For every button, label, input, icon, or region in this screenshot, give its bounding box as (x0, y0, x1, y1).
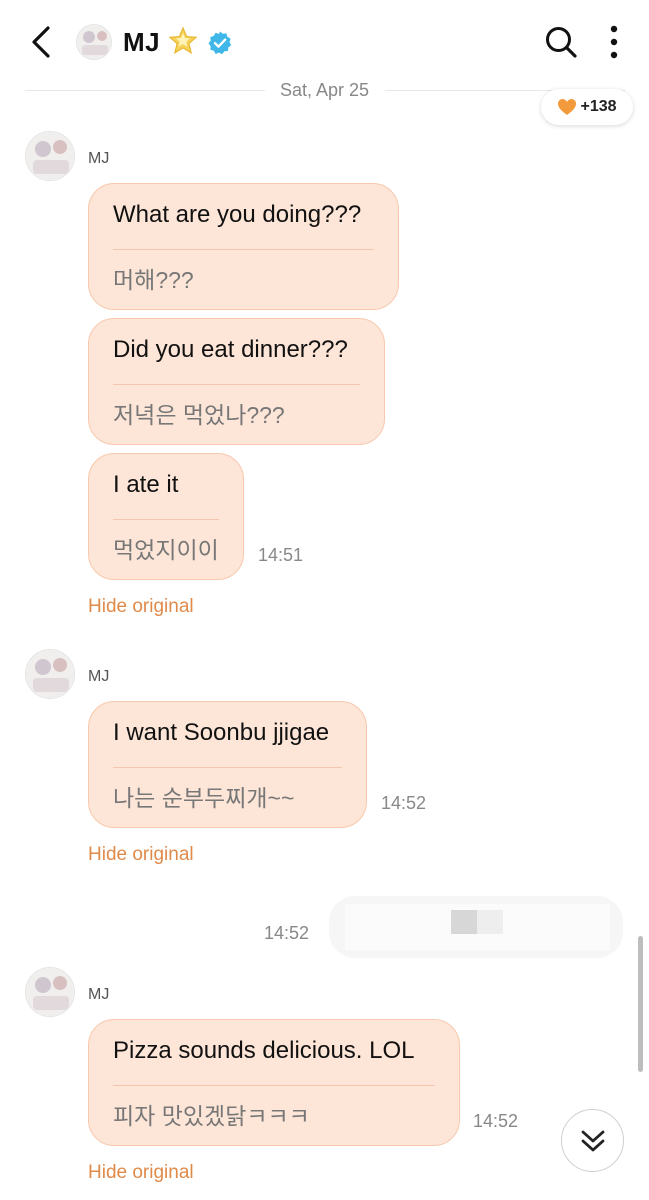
sent-message-timestamp: 14:52 (264, 923, 310, 943)
message-bubble[interactable]: What are you doing??? 머해??? (88, 183, 399, 310)
translated-text: I want Soonbu jjigae (113, 719, 330, 746)
message-bubble[interactable]: I want Soonbu jjigae 나는 순부두찌개~~ (88, 701, 367, 828)
original-text: 나는 순부두찌개~~ (113, 785, 295, 811)
sender-avatar[interactable] (25, 967, 75, 1017)
more-options-button[interactable] (600, 24, 628, 60)
message-timestamp: 14:52 (381, 793, 427, 813)
message-timestamp: 14:51 (258, 545, 304, 565)
avatar-image (77, 25, 111, 59)
chat-title[interactable]: MJ (123, 27, 160, 58)
chat-header: MJ (0, 0, 649, 86)
hearts-counter[interactable]: +138 (541, 89, 633, 125)
sender-avatar[interactable] (25, 131, 75, 181)
original-text: 머해??? (113, 267, 194, 293)
avatar-image (26, 650, 74, 698)
search-button[interactable] (543, 24, 579, 60)
sender-name: MJ (88, 986, 110, 1003)
sender-avatar[interactable] (25, 649, 75, 699)
translated-text: I ate it (113, 471, 179, 498)
sent-message-bubble[interactable] (329, 896, 623, 958)
bubble-divider (113, 519, 219, 520)
avatar-image (26, 968, 74, 1016)
sender-name: MJ (88, 668, 110, 685)
search-icon (546, 27, 577, 58)
verified-badge-icon (208, 31, 232, 55)
heart-icon (558, 99, 577, 115)
scrollbar-thumb[interactable] (638, 936, 643, 1072)
sender-name: MJ (88, 150, 110, 167)
chevron-left-icon (32, 26, 50, 58)
double-chevron-down-icon (581, 1130, 604, 1151)
scroll-to-bottom-button[interactable] (561, 1109, 624, 1172)
hide-original-link[interactable]: Hide original (88, 844, 194, 866)
star-icon (168, 26, 198, 55)
original-text: 저녁은 먹었나??? (113, 402, 285, 428)
redaction-overlay (345, 904, 610, 950)
message-bubble[interactable]: I ate it 먹었지이이 (88, 453, 244, 580)
translated-text: Pizza sounds delicious. LOL (113, 1037, 415, 1064)
bubble-divider (113, 249, 374, 250)
more-vertical-icon (610, 25, 618, 59)
translated-text: Did you eat dinner??? (113, 336, 348, 363)
message-bubble[interactable]: Did you eat dinner??? 저녁은 먹었나??? (88, 318, 385, 445)
original-text: 피자 맛있겠닭ㅋㅋㅋ (113, 1103, 310, 1129)
message-timestamp: 14:52 (473, 1111, 519, 1131)
hearts-count: +138 (580, 98, 617, 115)
avatar-image (26, 132, 74, 180)
original-text: 먹었지이이 (113, 537, 219, 563)
translated-text: What are you doing??? (113, 201, 362, 228)
hide-original-link[interactable]: Hide original (88, 1162, 194, 1184)
bubble-divider (113, 1085, 435, 1086)
bubble-divider (113, 384, 360, 385)
back-button[interactable] (26, 24, 60, 60)
hide-original-link[interactable]: Hide original (88, 596, 194, 618)
date-label: Sat, Apr 25 (269, 80, 380, 100)
message-bubble[interactable]: Pizza sounds delicious. LOL 피자 맛있겠닭ㅋㅋㅋ (88, 1019, 460, 1146)
header-avatar[interactable] (76, 24, 112, 60)
bubble-divider (113, 767, 342, 768)
